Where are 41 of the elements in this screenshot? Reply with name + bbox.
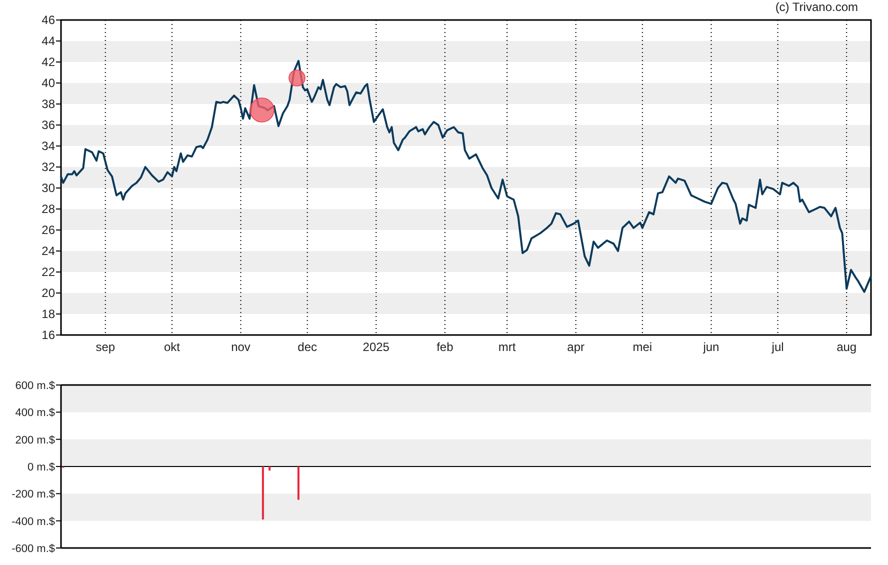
axis-label: nov [231, 340, 250, 354]
bar [262, 466, 264, 520]
axis-label: 0 m.$ [27, 462, 55, 474]
marker-circle [250, 98, 274, 122]
axis-label: 20 [42, 286, 55, 300]
axis-label: 30 [42, 181, 55, 195]
axis-label: -200 m.$ [12, 488, 55, 501]
axis-label: aug [836, 340, 857, 354]
marker-circle [288, 70, 306, 86]
axis-label: dec [298, 340, 317, 354]
axis-label: 600 m.$ [15, 380, 55, 392]
axis-label: mrt [498, 340, 516, 354]
bar [297, 466, 300, 500]
bar [268, 466, 271, 471]
axis-label: 16 [42, 328, 55, 342]
axis-label: -600 m.$ [12, 543, 55, 555]
axis-label: 22 [42, 265, 55, 279]
axis-label: feb [436, 340, 454, 354]
axis-label: 24 [42, 244, 55, 258]
axis-label: 36 [42, 118, 55, 132]
axis-label: 32 [42, 160, 55, 174]
axis-label: jun [703, 340, 720, 354]
axis-label: 40 [42, 76, 55, 90]
axis-label: 18 [42, 307, 55, 321]
axis-label: okt [164, 340, 180, 354]
axis-label: 28 [42, 202, 55, 216]
axis-label: 400 m.$ [15, 407, 55, 420]
axis-label: 34 [42, 139, 55, 153]
axis-label: 44 [42, 34, 55, 48]
axis-label: 38 [42, 97, 55, 111]
axis-label: sep [96, 340, 116, 354]
axis-label: 42 [42, 55, 55, 69]
axis-label: mei [632, 340, 652, 354]
axis-label: 46 [42, 14, 55, 27]
axis-label: -400 m.$ [12, 516, 55, 528]
copyright-text: (c) Trivano.com [775, 0, 858, 14]
axis-label: jul [772, 340, 784, 354]
axis-label: 200 m.$ [15, 434, 55, 446]
axis-label: apr [567, 340, 585, 354]
axis-label: 2025 [362, 340, 390, 354]
axis-label: 26 [42, 223, 55, 237]
